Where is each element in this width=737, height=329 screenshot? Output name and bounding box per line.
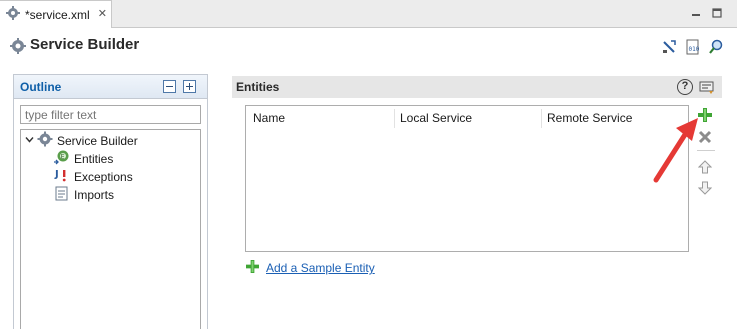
tree-item-label: Service Builder bbox=[57, 133, 138, 148]
move-down-icon[interactable] bbox=[697, 181, 713, 195]
tree-item-service-builder[interactable]: Service Builder bbox=[25, 131, 138, 150]
move-up-icon[interactable] bbox=[697, 160, 713, 174]
build-db-icon[interactable]: 010 bbox=[685, 39, 701, 55]
chevron-down-icon[interactable] bbox=[25, 135, 37, 146]
column-header-name[interactable]: Name bbox=[246, 106, 394, 130]
entity-icon: E bbox=[53, 149, 70, 169]
outline-panel: Outline Service Builder E Entities J Exc… bbox=[13, 74, 208, 329]
tab-title: *service.xml bbox=[25, 7, 90, 22]
svg-text:J: J bbox=[54, 169, 59, 180]
toolbar-divider bbox=[697, 150, 715, 151]
tree-item-entities[interactable]: E Entities bbox=[53, 150, 113, 167]
outline-title: Outline bbox=[20, 80, 62, 94]
svg-text:010: 010 bbox=[689, 46, 700, 53]
entities-section-header: Entities ? bbox=[232, 76, 722, 98]
tree-item-imports[interactable]: Imports bbox=[53, 186, 114, 203]
column-header-local-service[interactable]: Local Service bbox=[393, 106, 541, 130]
tree-item-label: Entities bbox=[74, 151, 114, 166]
delete-icon[interactable] bbox=[698, 130, 712, 144]
tree-item-exceptions[interactable]: J Exceptions bbox=[53, 168, 133, 185]
filter-input[interactable] bbox=[20, 105, 201, 124]
add-sample-entity-link[interactable]: Add a Sample Entity bbox=[266, 261, 375, 275]
help-icon[interactable]: ? bbox=[677, 79, 693, 95]
search-icon[interactable] bbox=[708, 39, 724, 55]
add-sample-entity[interactable]: Add a Sample Entity bbox=[246, 260, 375, 276]
service-builder-icon bbox=[6, 6, 20, 23]
exception-icon: J bbox=[53, 167, 70, 187]
build-services-icon[interactable] bbox=[661, 39, 677, 55]
service-builder-icon bbox=[10, 38, 26, 57]
tab-service-xml[interactable]: *service.xml ✕ bbox=[0, 0, 112, 28]
svg-text:E: E bbox=[61, 153, 65, 160]
tree-item-label: Imports bbox=[74, 187, 115, 202]
editor-tab-strip: *service.xml ✕ bbox=[0, 0, 737, 28]
collapse-all-button[interactable] bbox=[163, 80, 176, 93]
expand-all-button[interactable] bbox=[183, 80, 196, 93]
maximize-icon[interactable] bbox=[711, 7, 723, 19]
minimize-icon[interactable] bbox=[690, 7, 702, 19]
imports-icon bbox=[53, 185, 70, 205]
entities-table[interactable]: Name Local Service Remote Service bbox=[245, 105, 689, 252]
add-icon bbox=[246, 260, 259, 276]
add-icon[interactable] bbox=[698, 108, 712, 122]
column-header-remote-service[interactable]: Remote Service bbox=[540, 106, 688, 130]
section-menu-icon[interactable] bbox=[699, 79, 715, 98]
service-builder-icon bbox=[37, 131, 53, 150]
tree-item-label: Exceptions bbox=[74, 169, 133, 184]
outline-tree: Service Builder E Entities J Exceptions … bbox=[20, 129, 201, 329]
editor-header: Service Builder 010 bbox=[0, 29, 737, 65]
close-icon[interactable]: ✕ bbox=[98, 9, 107, 20]
entities-title: Entities bbox=[236, 80, 280, 94]
page-title: Service Builder bbox=[30, 36, 140, 53]
outline-header: Outline bbox=[14, 75, 207, 99]
